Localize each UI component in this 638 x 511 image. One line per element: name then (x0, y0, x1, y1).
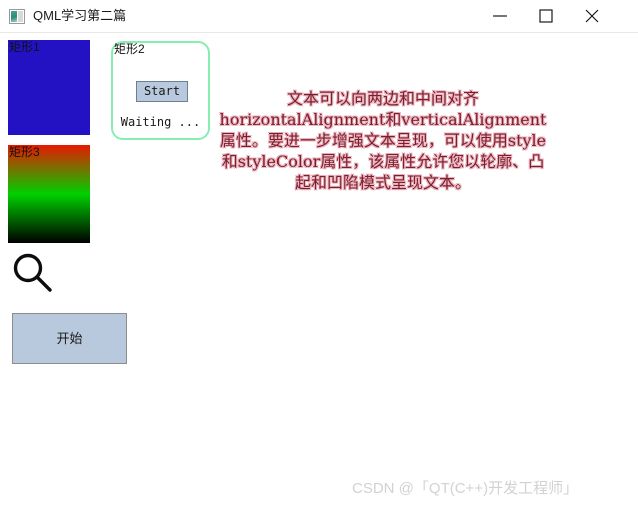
maximize-icon (523, 0, 569, 32)
start-button[interactable]: Start (136, 81, 188, 102)
rectangle-3-label: 矩形3 (9, 145, 40, 159)
app-icon-panel-right (18, 11, 23, 22)
rectangle-3: 矩形3 (8, 145, 90, 243)
rectangle-2-label: 矩形2 (114, 42, 145, 56)
action-start-button[interactable]: 开始 (12, 313, 127, 364)
styled-text-block: 文本可以向两边和中间对齐horizontalAlignment和vertical… (219, 89, 547, 192)
csdn-watermark: CSDN @「QT(C++)开发工程师」 (352, 480, 579, 497)
window-title: QML学习第二篇 (33, 8, 127, 23)
app-icon-panel-left (11, 11, 17, 22)
close-button[interactable] (569, 0, 615, 32)
close-icon (569, 0, 615, 32)
qml-app-icon (9, 9, 25, 24)
minimize-button[interactable] (477, 0, 523, 32)
status-label: Waiting ... (120, 115, 201, 129)
maximize-button[interactable] (523, 0, 569, 32)
rectangle-1-label: 矩形1 (9, 40, 40, 54)
rectangle-2: 矩形2 Start Waiting ... (111, 41, 210, 140)
rectangle-1: 矩形1 (8, 40, 90, 135)
magnifier-icon[interactable] (11, 251, 55, 295)
minimize-icon (477, 0, 523, 32)
title-bar: QML学习第二篇 (0, 0, 638, 33)
application-window: QML学习第二篇 矩形1 矩形2 Start Waiting ... 矩形3 开… (0, 0, 638, 511)
